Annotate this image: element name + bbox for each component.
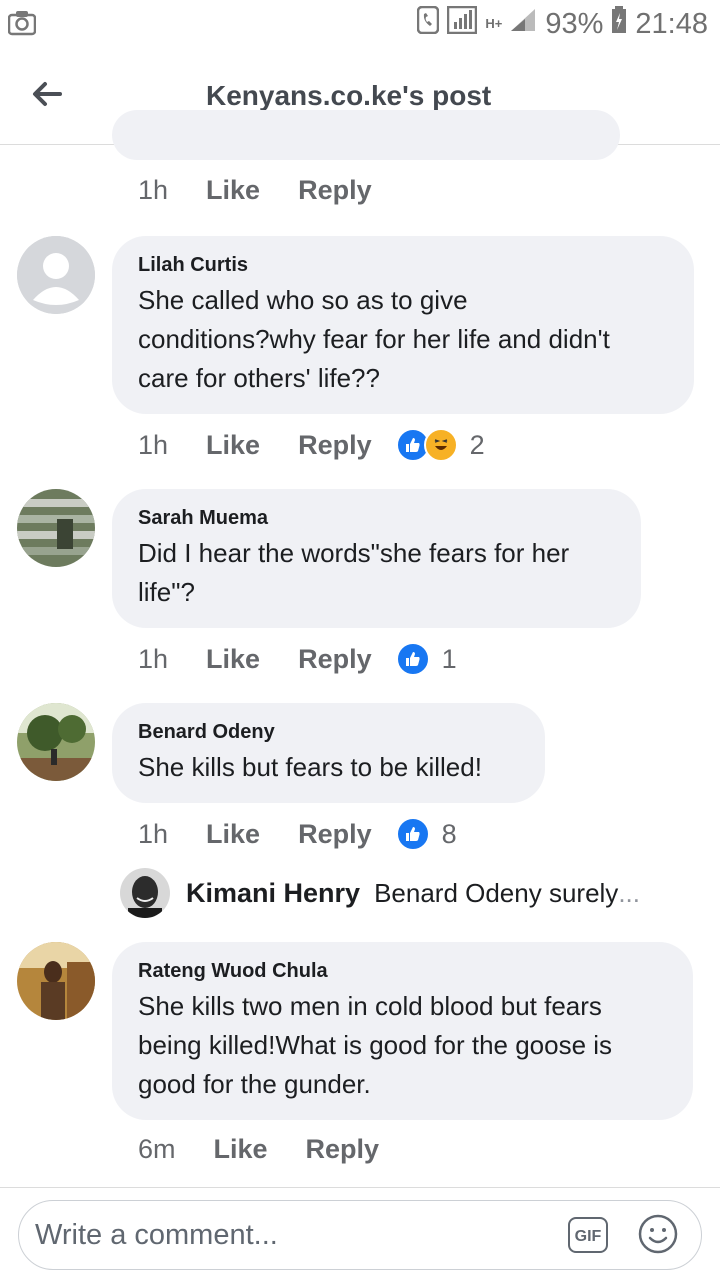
comment-meta: 6m Like Reply — [138, 1134, 417, 1165]
comment-line: good for the gunder. — [138, 1069, 371, 1099]
reaction-count: 2 — [469, 429, 485, 460]
reaction-count: 1 — [441, 643, 457, 674]
reply-button[interactable]: Reply — [298, 175, 372, 206]
like-button[interactable]: Like — [206, 819, 260, 850]
comment-author[interactable]: Sarah Muema — [138, 507, 615, 530]
comment-author[interactable]: Benard Odeny — [138, 721, 519, 744]
comment-meta: 1h Like Reply 2 — [138, 428, 485, 462]
comment-author[interactable]: Rateng Wuod Chula — [138, 960, 667, 983]
cell-signal-icon — [509, 7, 537, 41]
avatar[interactable] — [17, 942, 95, 1020]
comment-line: conditions?why fear for her life and did… — [138, 324, 610, 354]
reply-button[interactable]: Reply — [298, 819, 372, 850]
comment-time: 1h — [138, 175, 169, 205]
reply-ellipsis: ... — [618, 877, 640, 908]
comment-line: care for others' life?? — [138, 363, 380, 393]
reactions-summary[interactable]: 2 — [395, 428, 485, 462]
comment-time: 1h — [138, 429, 169, 460]
phone-icon — [417, 5, 440, 42]
like-button[interactable]: Like — [214, 1134, 268, 1165]
comment-meta: 1h Like Reply 1 — [138, 642, 457, 676]
comment-line: life"? — [138, 577, 195, 607]
comment-line: Did I hear the words"she fears for her — [138, 538, 570, 568]
network-type: H+ — [485, 16, 503, 31]
comment-bubble[interactable]: Rateng Wuod Chula She kills two men in c… — [112, 942, 693, 1120]
smiley-icon[interactable] — [637, 1213, 679, 1255]
reactions-summary[interactable]: 1 — [395, 642, 457, 676]
reply-preview[interactable]: Kimani Henry Benard Odeny surely ... — [120, 868, 640, 918]
avatar[interactable] — [17, 236, 95, 314]
comment-placeholder: Write a comment... — [35, 1219, 278, 1251]
comment-time: 6m — [138, 1134, 176, 1164]
comment-time: 1h — [138, 643, 169, 674]
comment-bubble[interactable]: Benard Odeny She kills but fears to be k… — [112, 703, 545, 803]
comment-text: She called who so as to give conditions?… — [138, 281, 668, 398]
like-button[interactable]: Like — [206, 644, 260, 675]
comment-time: 1h — [138, 818, 169, 849]
haha-reaction-icon — [423, 428, 458, 462]
comment-bubble[interactable]: Sarah Muema Did I hear the words"she fea… — [112, 489, 641, 628]
reply-button[interactable]: Reply — [306, 1134, 380, 1165]
previous-comment-bubble — [112, 110, 620, 160]
reply-snippet: Benard Odeny surely — [374, 877, 619, 908]
comment-line: being killed!What is good for the goose … — [138, 1030, 613, 1060]
comment-meta: 1h Like Reply 8 — [138, 817, 457, 851]
camera-icon — [7, 10, 37, 41]
comment-text: She kills two men in cold blood but fear… — [138, 987, 667, 1104]
reaction-count: 8 — [441, 818, 457, 849]
like-reaction-icon — [395, 642, 430, 676]
like-button[interactable]: Like — [206, 175, 260, 206]
battery-icon — [611, 6, 627, 42]
page-title: Kenyans.co.ke's post — [206, 80, 492, 111]
comment-text: Did I hear the words"she fears for her l… — [138, 534, 615, 612]
comment-line: She called who so as to give — [138, 285, 468, 315]
status-bar: H+ 93% 21:48 — [0, 0, 720, 48]
clock: 21:48 — [635, 7, 708, 40]
reply-avatar — [120, 868, 170, 918]
comment-author[interactable]: Lilah Curtis — [138, 254, 668, 277]
battery-percent: 93% — [545, 7, 604, 40]
comment-input[interactable]: Write a comment... GIF — [18, 1200, 702, 1270]
like-button[interactable]: Like — [206, 430, 260, 461]
comment-bubble[interactable]: Lilah Curtis She called who so as to giv… — [112, 236, 694, 414]
signal-icon — [447, 5, 478, 42]
comment-text: She kills but fears to be killed! — [138, 748, 519, 787]
comment-meta: 1h Like Reply — [138, 175, 410, 206]
reply-button[interactable]: Reply — [298, 644, 372, 675]
comment-line: She kills but fears to be killed! — [138, 752, 482, 782]
like-reaction-icon — [395, 817, 430, 851]
reply-button[interactable]: Reply — [298, 430, 372, 461]
reply-author: Kimani Henry — [186, 877, 361, 908]
reactions-summary[interactable]: 8 — [395, 817, 457, 851]
avatar[interactable] — [17, 703, 95, 781]
comment-composer: Write a comment... GIF — [0, 1187, 720, 1281]
avatar[interactable] — [17, 489, 95, 567]
comment-line: She kills two men in cold blood but fear… — [138, 991, 602, 1021]
back-arrow-icon[interactable] — [30, 76, 66, 112]
gif-icon[interactable]: GIF — [568, 1217, 608, 1253]
